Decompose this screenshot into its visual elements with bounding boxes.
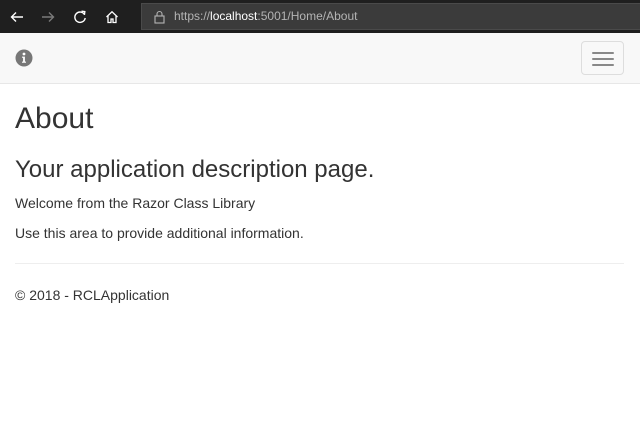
hamburger-icon-bar — [592, 64, 614, 66]
hamburger-icon-bar — [592, 52, 614, 54]
site-navbar — [0, 33, 640, 84]
url-host: localhost — [210, 9, 258, 23]
welcome-paragraph: Welcome from the Razor Class Library — [15, 195, 256, 211]
forward-button[interactable] — [37, 6, 59, 28]
home-icon — [106, 10, 118, 24]
url-scheme: https:// — [174, 9, 211, 23]
back-button[interactable] — [6, 6, 28, 28]
url-path: :5001/Home/About — [257, 9, 358, 23]
footer-copyright: © 2018 - RCLApplication — [15, 287, 170, 303]
lock-icon — [154, 10, 165, 24]
address-bar[interactable]: https://localhost:5001/Home/About — [141, 3, 640, 30]
page-title: About — [15, 102, 94, 135]
refresh-icon — [74, 10, 86, 24]
refresh-button[interactable] — [69, 6, 91, 28]
hamburger-icon-bar — [592, 58, 614, 60]
navbar-toggle-button[interactable] — [581, 41, 624, 75]
page-subtitle: Your application description page. — [15, 156, 375, 183]
info-circle-icon[interactable] — [15, 49, 33, 67]
info-paragraph: Use this area to provide additional info… — [15, 225, 304, 241]
back-arrow-icon — [10, 12, 23, 22]
browser-toolbar: https://localhost:5001/Home/About — [0, 0, 640, 33]
forward-arrow-icon — [42, 12, 55, 22]
home-button[interactable] — [101, 6, 123, 28]
url-text: https://localhost:5001/Home/About — [174, 9, 357, 23]
footer-divider — [15, 263, 624, 264]
